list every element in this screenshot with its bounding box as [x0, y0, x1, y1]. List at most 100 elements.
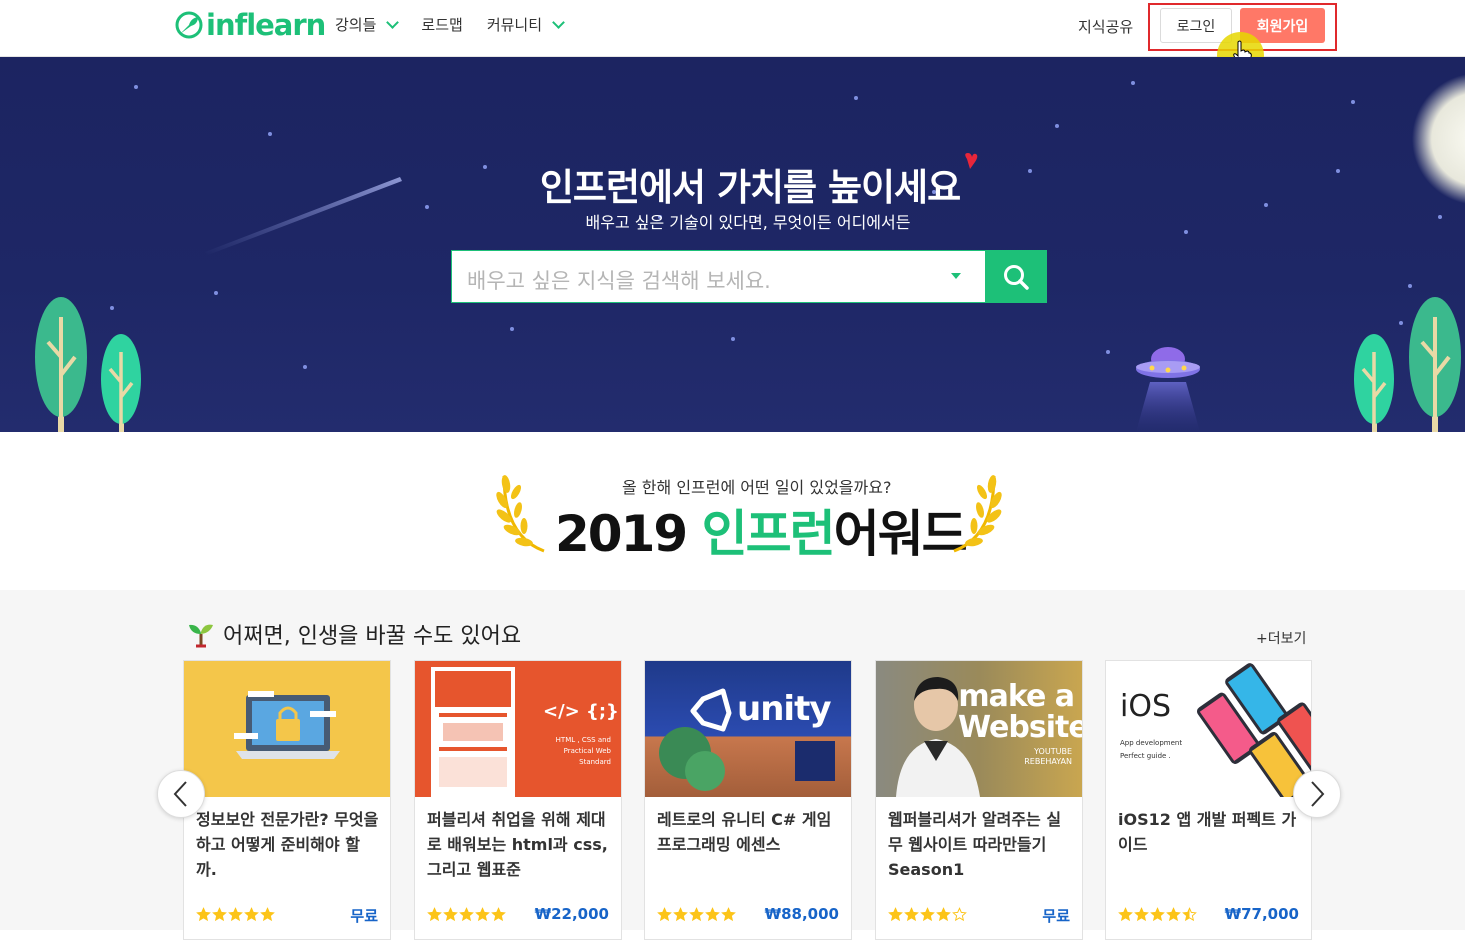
ufo-illustration	[1136, 347, 1200, 432]
star-icon	[1150, 907, 1165, 922]
rating-stars	[657, 907, 737, 922]
course-price: 무료	[1042, 907, 1070, 925]
star-icon	[888, 907, 903, 922]
course-price: ₩22,000	[534, 905, 609, 923]
rating-stars	[888, 907, 968, 922]
webpage-mockup	[431, 667, 515, 797]
course-title: 퍼블리셔 취업을 위해 제대로 배워보는 html과 css, 그리고 웹표준	[427, 810, 608, 879]
award-year: 2019	[555, 505, 688, 563]
award-title: 2019 인프런어워드	[555, 494, 968, 566]
star-icon	[260, 907, 275, 922]
star-icon	[673, 907, 688, 922]
star-icon	[196, 907, 211, 922]
course-price: ₩88,000	[764, 905, 839, 923]
tree-right-1	[1354, 334, 1394, 432]
main-nav: 강의들 로드맵 커뮤니티	[335, 14, 587, 35]
course-thumbnail: </> {;} HTML , CSS and Practical Web Sta…	[415, 661, 621, 797]
star-icon	[705, 907, 720, 922]
sprout-icon	[189, 624, 213, 648]
star-icon	[427, 907, 442, 922]
course-section: 어쩌면, 인생을 바꿀 수도 있어요 +더보기 정보보안 전문가란? 무엇을 하…	[0, 590, 1465, 940]
rating-stars	[427, 907, 507, 922]
star-icon	[904, 907, 919, 922]
star-icon	[657, 907, 672, 922]
star-icon	[491, 907, 506, 922]
course-price: ₩77,000	[1224, 905, 1299, 923]
course-card[interactable]: iOS App development Perfect guide . iOS1…	[1105, 660, 1312, 940]
more-link[interactable]: +더보기	[1256, 628, 1306, 648]
star-icon	[1118, 907, 1133, 922]
hero-background-illustration	[35, 74, 1465, 432]
thumb-caption: HTML , CSS and Practical Web Standard	[555, 736, 611, 766]
caret-down-icon[interactable]	[951, 273, 961, 279]
rating-stars	[1118, 907, 1198, 922]
hero-title: 인프런에서 가치를 높이세요	[539, 166, 961, 209]
chevron-down-icon	[552, 15, 565, 29]
course-thumbnail: unity	[645, 661, 851, 797]
course-title: 정보보안 전문가란? 무엇을 하고 어떻게 준비해야 할까.	[196, 810, 379, 879]
course-card[interactable]: unity 레트로의 유니티 C# 게임 프로그래밍 에센스 ₩88,000	[644, 660, 852, 940]
laptop-lock-illustration	[234, 691, 340, 759]
unity-scene-illustration	[659, 688, 835, 791]
star-icon	[1134, 907, 1149, 922]
star-icon	[1166, 907, 1181, 922]
login-button[interactable]: 로그인	[1160, 8, 1232, 43]
section-title: 어쩌면, 인생을 바꿀 수도 있어요	[187, 618, 521, 650]
hero-banner: 인프런에서 가치를 높이세요 배우고 싶은 기술이 있다면, 무엇이든 어디에서…	[0, 57, 1465, 432]
course-thumbnail	[184, 661, 390, 797]
course-card[interactable]: </> {;} HTML , CSS and Practical Web Sta…	[414, 660, 622, 940]
thumb-headline: make a Website	[958, 679, 1082, 745]
star-icon	[1182, 907, 1197, 922]
nav-community[interactable]: 커뮤니티	[486, 14, 565, 35]
hero-subtitle: 배우고 싶은 기술이 있다면, 무엇이든 어디에서든	[585, 213, 911, 232]
star-icon	[920, 907, 935, 922]
unity-logo-text: unity	[737, 689, 831, 729]
knowledge-share-link[interactable]: 지식공유	[1078, 16, 1133, 37]
logo-text: inflearn	[206, 8, 326, 42]
tree-left-2	[101, 334, 141, 432]
chevron-left-icon	[173, 781, 187, 807]
award-banner[interactable]: 올 한해 인프런에 어떤 일이 있었을까요? 2019 인프런어워드	[0, 432, 1465, 590]
section-title-text: 어쩌면, 인생을 바꿀 수도 있어요	[223, 624, 522, 649]
course-title: 레트로의 유니티 C# 게임 프로그래밍 에센스	[657, 810, 832, 854]
course-card[interactable]: make a Website YOUTUBE REBEHAYAN 웹퍼블리셔가 …	[875, 660, 1083, 940]
star-icon	[721, 907, 736, 922]
nav-courses[interactable]: 강의들	[335, 14, 400, 35]
course-price: 무료	[350, 907, 378, 925]
search-placeholder: 배우고 싶은 지식을 검색해 보세요.	[467, 269, 771, 293]
star-icon	[689, 907, 704, 922]
inflearn-logo[interactable]: inflearn	[174, 8, 326, 42]
nav-roadmap[interactable]: 로드맵	[421, 14, 462, 35]
rating-stars	[196, 907, 276, 922]
thumb-caption: YOUTUBE REBEHAYAN	[1024, 747, 1072, 766]
course-title: 웹퍼블리셔가 알려주는 실무 웹사이트 따라만들기 Season1	[888, 810, 1062, 879]
nav-roadmap-label: 로드맵	[421, 16, 463, 34]
laurel-right-icon	[953, 475, 1002, 553]
code-symbol-text: </> {;}	[543, 701, 619, 722]
star-icon	[244, 907, 259, 922]
chevron-right-icon	[1311, 781, 1325, 807]
course-thumbnail: iOS App development Perfect guide .	[1106, 661, 1311, 797]
star-icon	[443, 907, 458, 922]
nav-community-label: 커뮤니티	[486, 16, 543, 34]
carousel-next-button[interactable]	[1293, 770, 1341, 818]
star-icon	[952, 907, 967, 922]
chevron-down-icon	[386, 15, 400, 29]
tree-right-2	[1409, 297, 1461, 432]
tree-left-1	[35, 297, 87, 432]
phones-illustration	[1197, 663, 1311, 797]
search-input[interactable]: 배우고 싶은 지식을 검색해 보세요.	[451, 250, 986, 303]
search-button[interactable]	[985, 250, 1047, 303]
top-header: inflearn 강의들 로드맵 커뮤니티 지식공유 로그인 회원가입	[0, 0, 1465, 79]
star-icon	[936, 907, 951, 922]
search-icon	[1004, 264, 1029, 290]
carousel-prev-button[interactable]	[157, 770, 205, 818]
course-card[interactable]: 정보보안 전문가란? 무엇을 하고 어떻게 준비해야 할까. 무료	[183, 660, 391, 940]
star-icon	[459, 907, 474, 922]
star-icon	[475, 907, 490, 922]
leaf-logo-icon	[175, 11, 203, 39]
nav-courses-label: 강의들	[335, 16, 377, 34]
star-icon	[212, 907, 227, 922]
award-brand: 인프런	[701, 505, 836, 563]
course-thumbnail: make a Website YOUTUBE REBEHAYAN	[876, 661, 1082, 797]
